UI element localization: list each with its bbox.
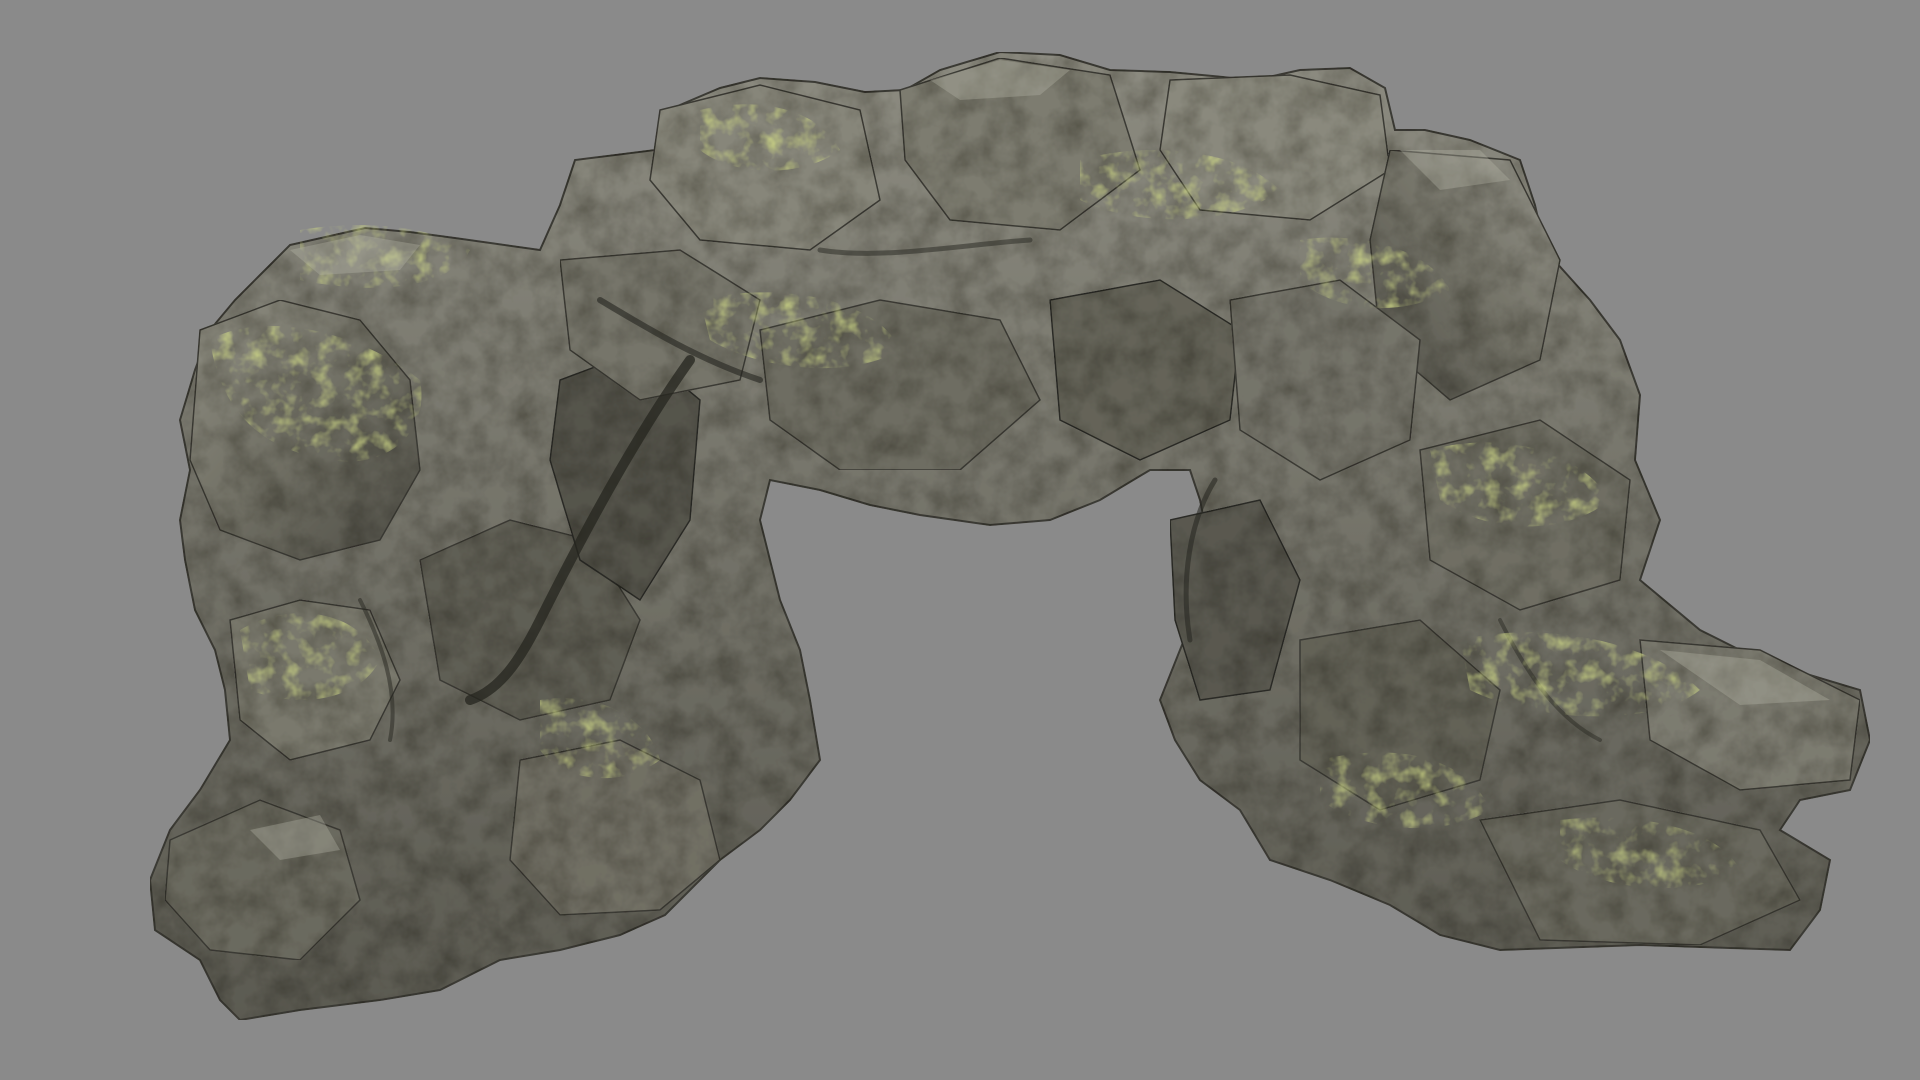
3d-viewport[interactable] xyxy=(0,0,1920,1080)
rock-arch-model xyxy=(148,50,1872,1022)
